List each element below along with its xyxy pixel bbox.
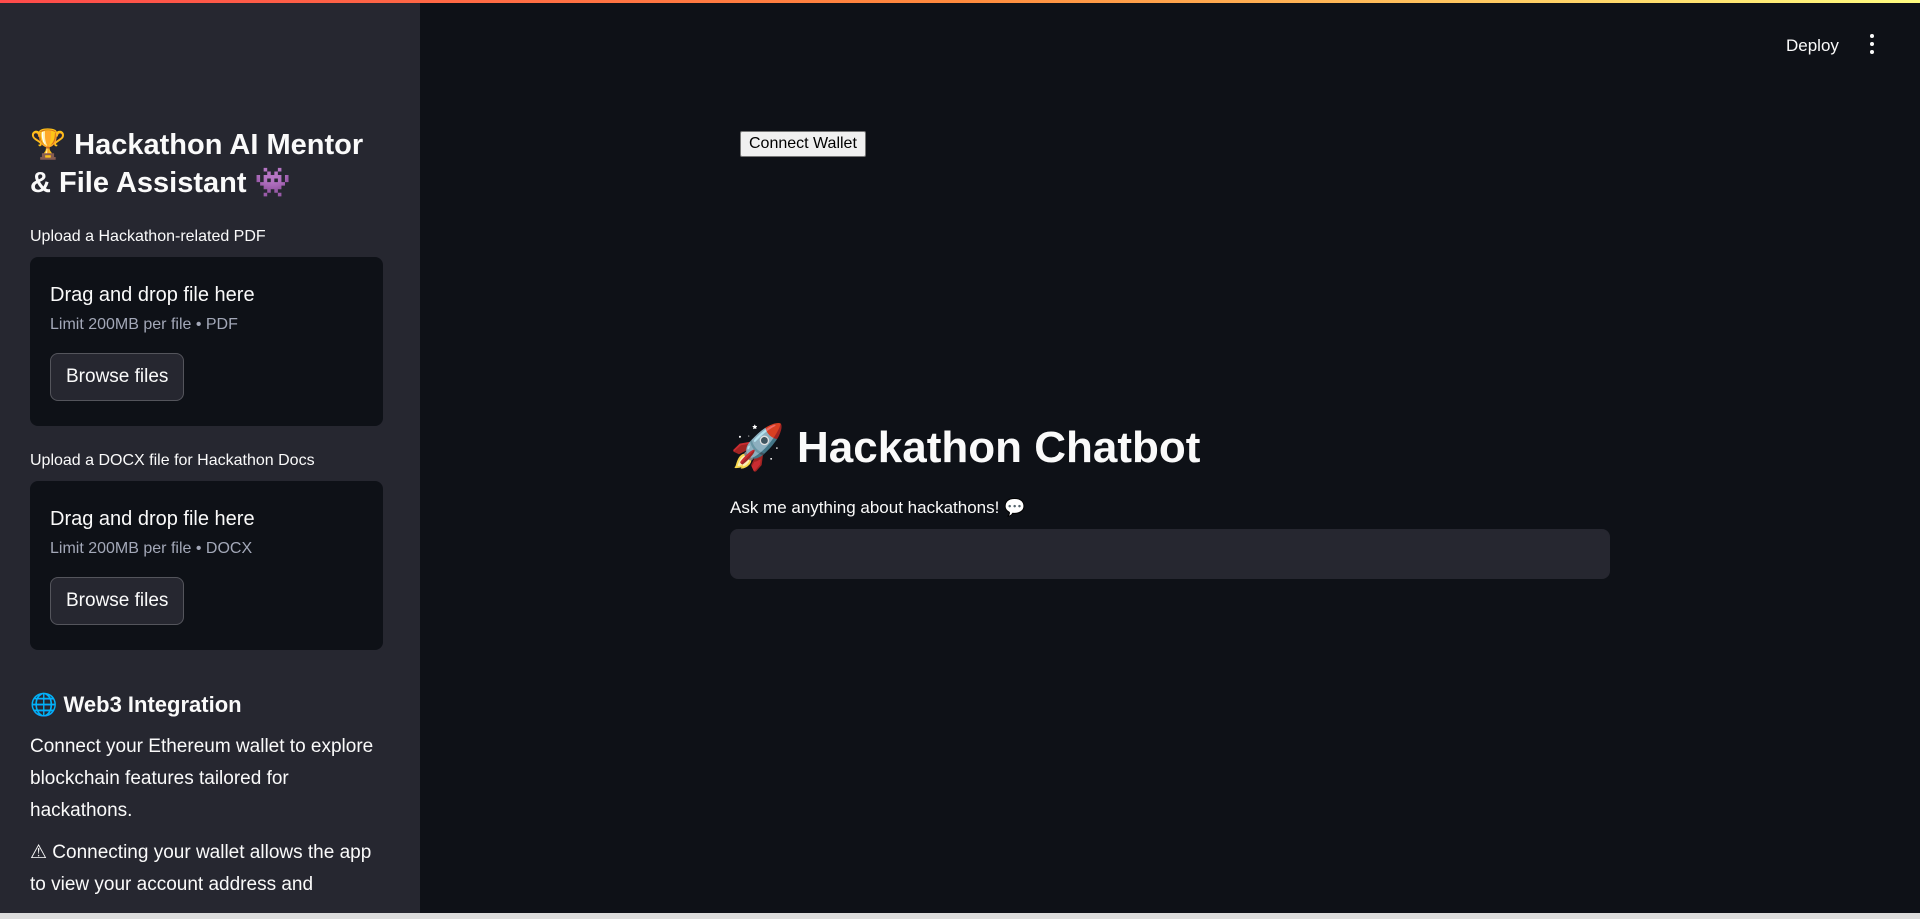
web3-heading: 🌐 Web3 Integration [30, 690, 383, 721]
rocket-icon: 🚀 [730, 422, 785, 473]
sidebar-content: 🏆 Hackathon AI Mentor & File Assistant 👾… [30, 126, 383, 901]
horizontal-scrollbar[interactable] [0, 913, 1920, 919]
trophy-icon: 🏆 [30, 127, 67, 161]
sidebar-title: 🏆 Hackathon AI Mentor & File Assistant 👾 [30, 126, 383, 202]
sidebar-title-text: Hackathon AI Mentor & File Assistant [30, 129, 364, 199]
web3-heading-text: Web3 Integration [63, 692, 242, 717]
pdf-drop-title: Drag and drop file here [50, 284, 255, 306]
docx-dropzone[interactable]: Drag and drop file here Limit 200MB per … [30, 481, 383, 650]
page-title: 🚀 Hackathon Chatbot [730, 418, 1200, 478]
chat-input[interactable] [730, 529, 1610, 579]
docx-file-limit: Limit 200MB per file • DOCX [50, 540, 253, 557]
pdf-dropzone[interactable]: Drag and drop file here Limit 200MB per … [30, 257, 383, 426]
pdf-browse-files-button[interactable]: Browse files [50, 353, 185, 401]
web3-warning: ⚠ Connecting your wallet allows the app … [30, 842, 372, 895]
sidebar: 🏆 Hackathon AI Mentor & File Assistant 👾… [0, 0, 420, 913]
docx-uploader: Upload a DOCX file for Hackathon Docs Dr… [30, 451, 383, 650]
globe-icon: 🌐 [30, 693, 58, 718]
docx-drop-title: Drag and drop file here [50, 508, 255, 530]
connect-wallet-button[interactable]: Connect Wallet [740, 131, 866, 157]
page-title-text: Hackathon Chatbot [797, 423, 1201, 472]
vertical-dots-icon[interactable] [1866, 34, 1878, 58]
pdf-upload-label: Upload a Hackathon-related PDF [30, 228, 266, 245]
pdf-file-limit: Limit 200MB per file • PDF [50, 316, 238, 333]
top-decoration-stripe [0, 0, 1920, 3]
web3-description: Connect your Ethereum wallet to explore … [30, 736, 374, 821]
docx-upload-label: Upload a DOCX file for Hackathon Docs [30, 452, 315, 469]
deploy-button[interactable]: Deploy [1786, 36, 1839, 56]
chat-input-label: Ask me anything about hackathons! 💬 [730, 498, 1026, 517]
space-invader-icon: 👾 [254, 165, 291, 199]
docx-browse-files-button[interactable]: Browse files [50, 577, 185, 625]
pdf-uploader: Upload a Hackathon-related PDF Drag and … [30, 227, 383, 426]
